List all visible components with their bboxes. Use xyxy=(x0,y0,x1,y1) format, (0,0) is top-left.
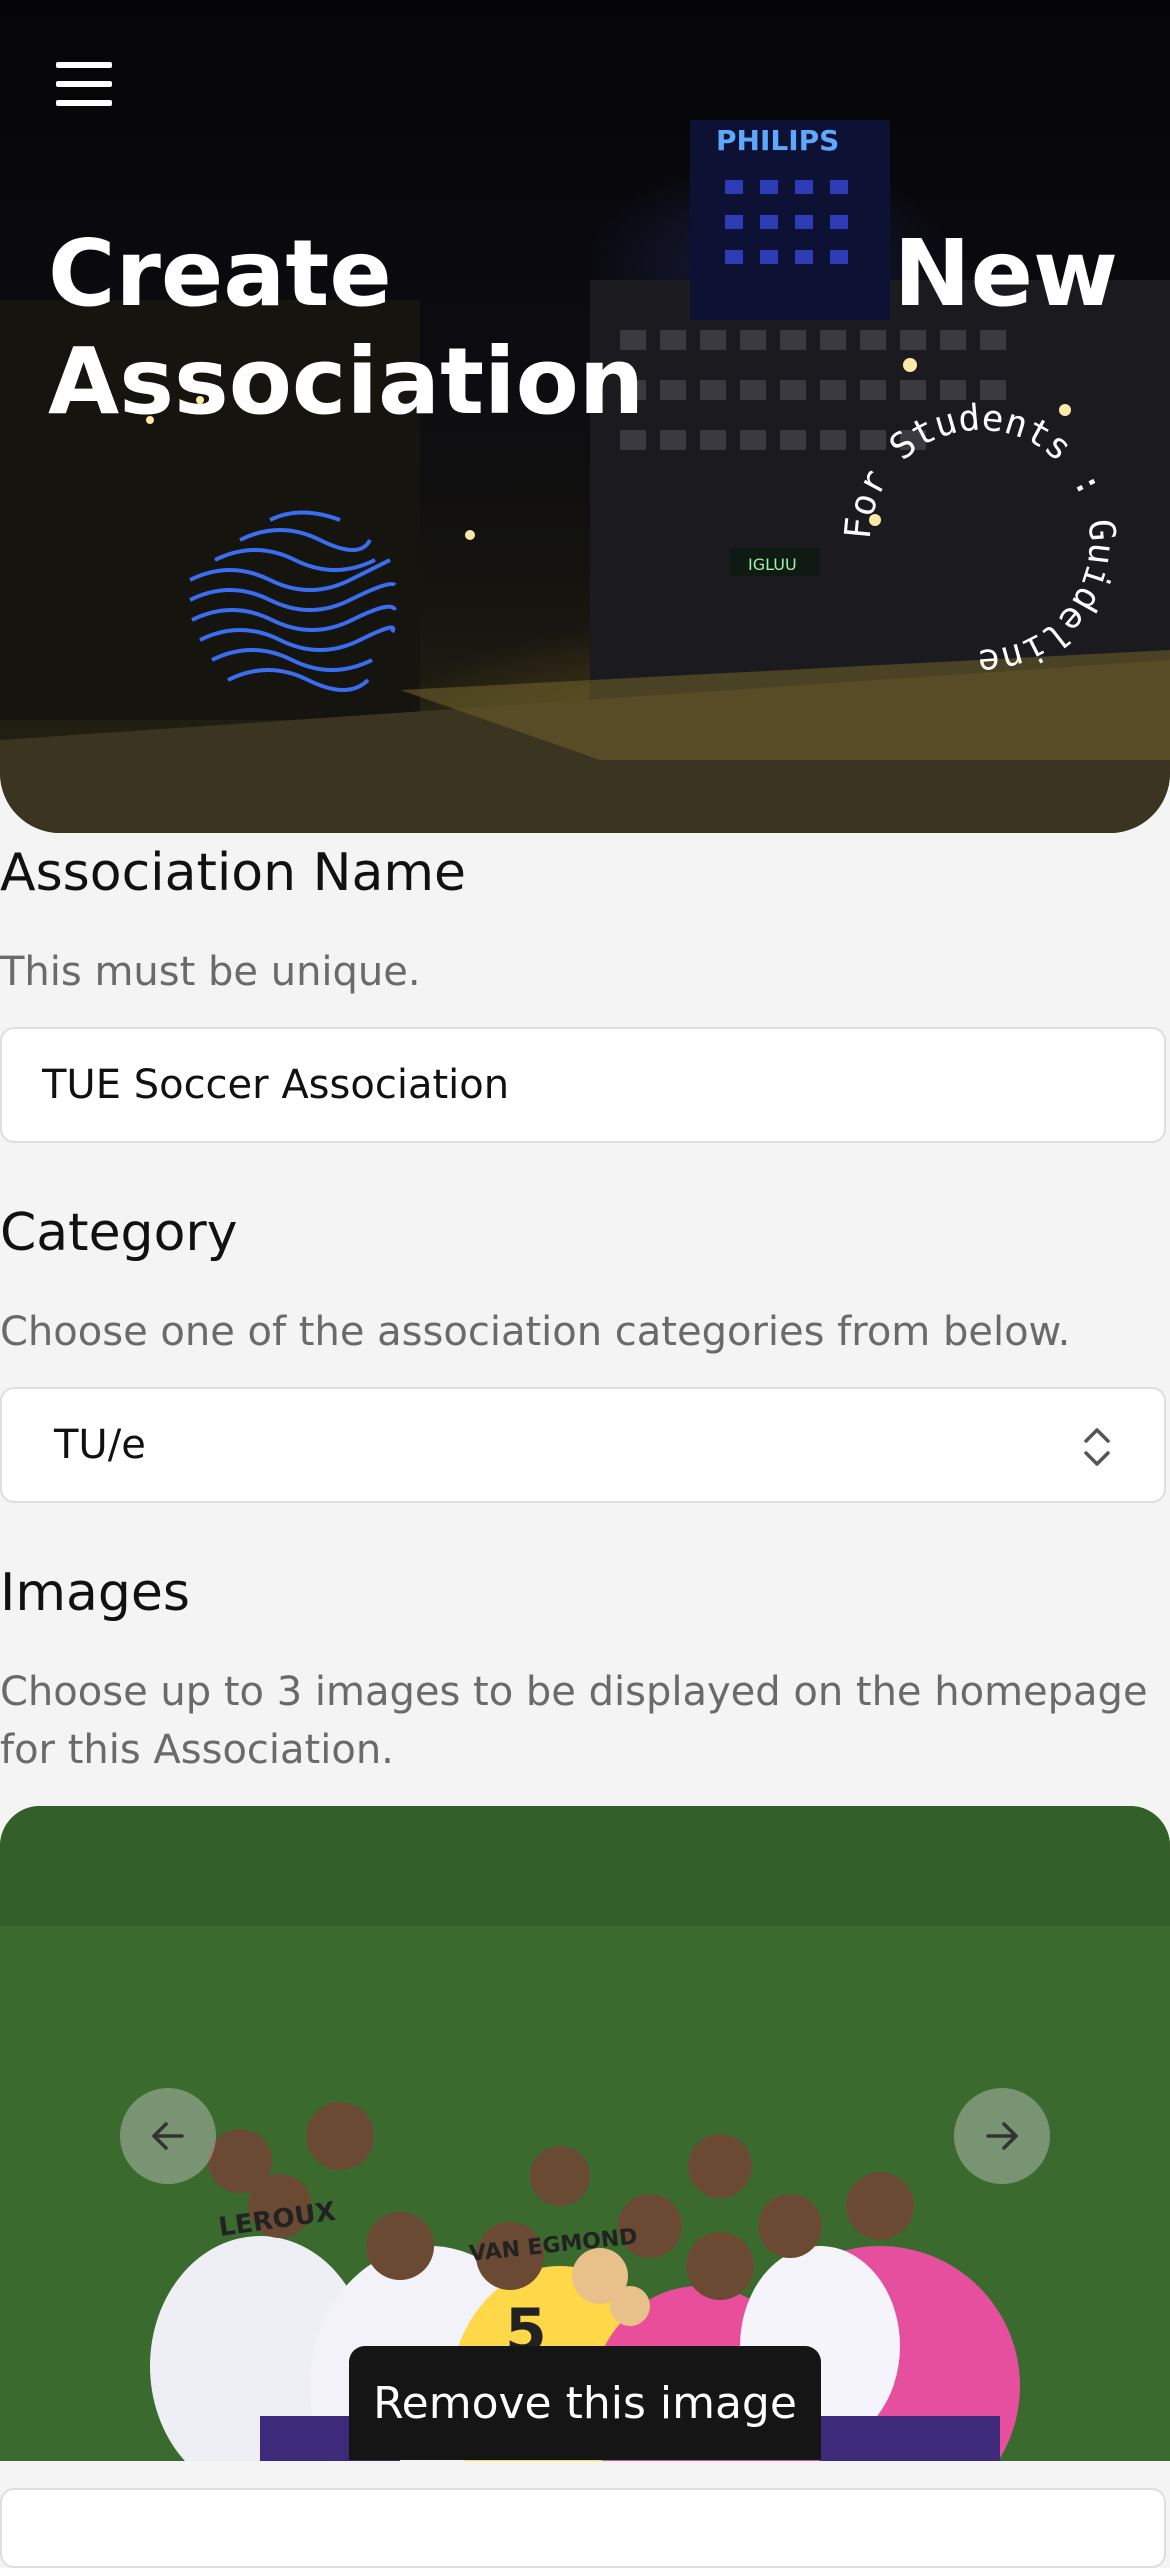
association-name-field[interactable] xyxy=(0,1027,1166,1143)
hamburger-menu-icon-bar xyxy=(56,100,112,106)
category-select[interactable]: TU/e xyxy=(0,1387,1166,1503)
category-label: Category xyxy=(0,1203,238,1263)
title-word-association: Association xyxy=(48,328,645,435)
association-name-description: This must be unique. xyxy=(0,949,421,995)
menu-button[interactable] xyxy=(56,62,112,106)
hamburger-menu-icon-bar xyxy=(56,81,112,87)
philips-sign: PHILIPS xyxy=(716,124,839,157)
category-selected-value: TU/e xyxy=(54,1422,146,1468)
title-word-create: Create xyxy=(48,220,392,327)
category-description: Choose one of the association categories… xyxy=(0,1309,1071,1355)
arrow-right-icon xyxy=(986,2122,1018,2150)
arrow-left-icon xyxy=(152,2122,184,2150)
association-name-input[interactable] xyxy=(2,1029,1164,1141)
hero-banner: PHILIPS IGLUU For Students : Guideline C… xyxy=(0,0,1170,833)
igluu-sign: IGLUU xyxy=(748,555,797,574)
remove-image-button[interactable]: Remove this image xyxy=(349,2346,821,2460)
images-label: Images xyxy=(0,1563,190,1623)
choose-file-field[interactable] xyxy=(0,2488,1166,2568)
hamburger-menu-icon xyxy=(56,62,112,68)
chevron-up-down-icon xyxy=(1084,1428,1110,1466)
images-description: Choose up to 3 images to be displayed on… xyxy=(0,1669,1148,1773)
carousel-prev-button[interactable] xyxy=(120,2088,216,2184)
title-word-new: New xyxy=(893,220,1118,327)
carousel-next-button[interactable] xyxy=(954,2088,1050,2184)
association-name-label: Association Name xyxy=(0,843,467,903)
